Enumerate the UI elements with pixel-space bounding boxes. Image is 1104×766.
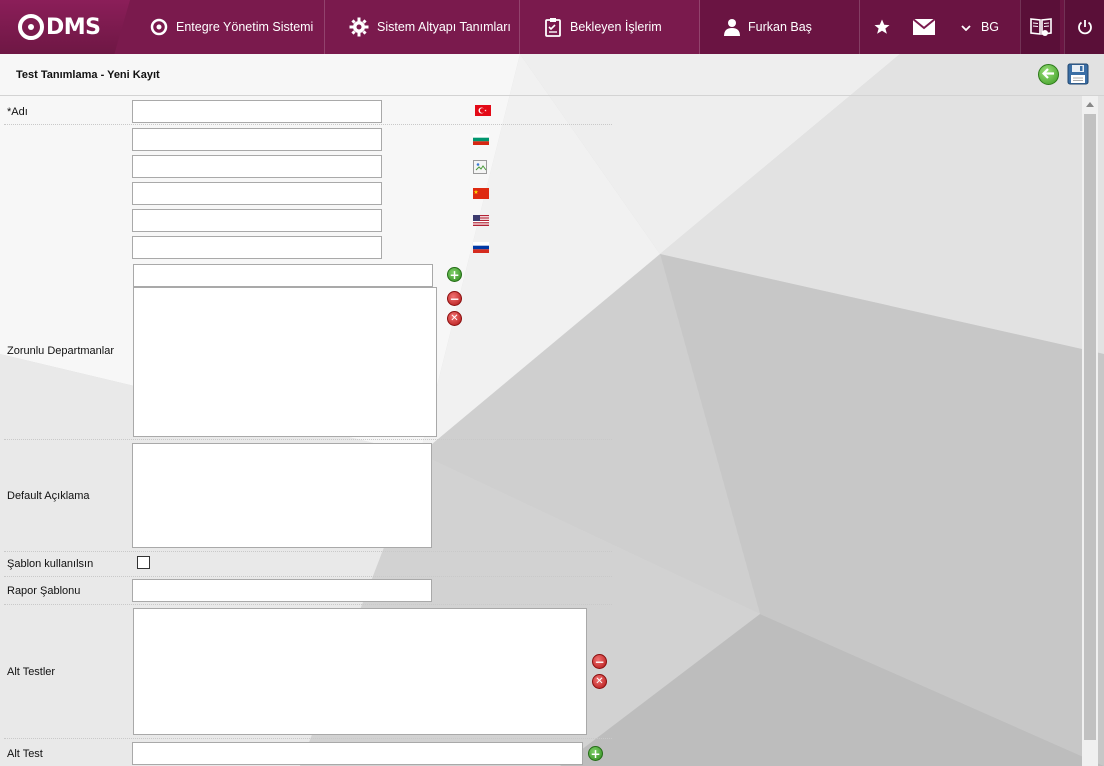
page-title: Test Tanımlama - Yeni Kayıt [16,69,160,81]
x-icon: ✕ [595,675,604,687]
add-department-button[interactable]: + [447,267,462,282]
default-description-textarea[interactable] [132,443,432,548]
name-input-cn[interactable] [132,182,382,205]
minus-icon: − [449,291,460,306]
use-template-checkbox[interactable] [137,556,150,569]
menu-label: Entegre Yönetim Sistemi [176,20,314,34]
subtests-listbox[interactable] [133,608,587,735]
language-selector[interactable]: BG [954,0,1006,54]
back-button[interactable] [1038,64,1059,85]
menu-user-profile[interactable]: Furkan Baş [700,0,860,54]
plus-icon: + [590,746,601,761]
logo-area[interactable]: DMS [0,0,130,54]
menu-bekleyen-islerim[interactable]: Bekleyen İşlerim [520,0,700,54]
qdms-logo-mark-icon [18,14,44,40]
user-icon [724,18,740,36]
menu-entegre-yonetim[interactable]: Entegre Yönetim Sistemi [126,0,325,54]
user-name: Furkan Baş [748,20,812,34]
report-template-label: Rapor Şablonu [7,585,81,597]
flag-tr-icon[interactable] [475,105,491,116]
row-divider [4,439,612,440]
language-code: BG [980,20,1000,34]
scroll-thumb[interactable] [1084,114,1096,740]
qdms-logo[interactable]: DMS [18,14,101,40]
scroll-up-arrow-icon[interactable] [1086,102,1094,107]
name-input-tr[interactable] [132,100,382,123]
test-form: *Adı + − ✕ Zorunlu Departmanlar Default … [0,96,1080,766]
save-button[interactable] [1067,63,1089,85]
departments-listbox[interactable] [133,287,437,437]
x-icon: ✕ [450,312,459,324]
flag-bg-icon[interactable] [473,134,489,145]
name-label: *Adı [7,106,28,118]
qdms-circle-icon [150,18,168,36]
subtests-label: Alt Testler [7,666,56,678]
row-divider [4,124,612,125]
menu-label: Bekleyen İşlerim [570,20,662,34]
book-help-icon[interactable] [1020,0,1060,54]
broken-image-icon[interactable] [473,160,489,176]
vertical-scrollbar[interactable] [1082,96,1098,766]
row-divider [4,738,612,739]
mail-icon[interactable] [910,0,938,54]
name-input-ru[interactable] [132,236,382,259]
clear-departments-button[interactable]: ✕ [447,311,462,326]
minus-icon: − [594,654,605,669]
star-icon[interactable] [870,0,894,54]
power-icon[interactable] [1064,0,1104,54]
name-input-us[interactable] [132,209,382,232]
header-actions: BG [860,0,1104,54]
menu-label: Sistem Altyapı Tanımları [377,20,511,34]
remove-subtest-button[interactable]: − [592,654,607,669]
flag-ru-icon[interactable] [473,242,489,253]
menu-sistem-altyapi[interactable]: Sistem Altyapı Tanımları [325,0,520,54]
subtest-input[interactable] [132,742,583,765]
add-subtest-button[interactable]: + [588,746,603,761]
use-template-label: Şablon kullanılsın [7,558,94,570]
arrow-left-icon [1041,67,1055,82]
departments-label: Zorunlu Departmanlar [7,345,114,357]
gear-icon [349,17,369,37]
report-template-input[interactable] [132,579,432,602]
row-divider [4,604,612,605]
subtest-label: Alt Test [7,748,43,760]
logo-text: DMS [46,14,101,40]
chevron-down-icon [961,20,971,34]
clipboard-icon [544,17,562,37]
row-divider [4,551,612,552]
remove-department-button[interactable]: − [447,291,462,306]
flag-us-icon[interactable] [473,215,489,226]
plus-icon: + [449,267,460,282]
top-navigation-bar: DMS Entegre Yönetim Sistemi Sistem Altya… [0,0,1104,54]
department-search-input[interactable] [133,264,433,287]
name-input-bg[interactable] [132,128,382,151]
name-input-lang3[interactable] [132,155,382,178]
floppy-disk-icon [1067,63,1089,88]
row-divider [4,576,612,577]
flag-cn-icon[interactable] [473,188,489,199]
description-label: Default Açıklama [7,490,90,502]
clear-subtests-button[interactable]: ✕ [592,674,607,689]
panel-header: Test Tanımlama - Yeni Kayıt [0,54,1104,96]
